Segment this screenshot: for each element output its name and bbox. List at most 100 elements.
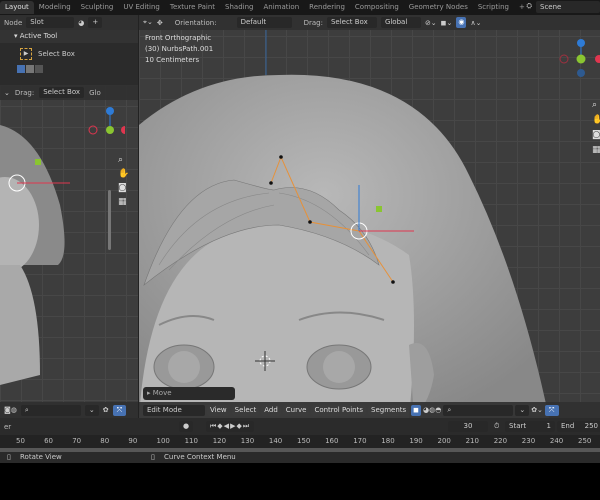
overlay-icon[interactable]: ✿ [103,406,109,414]
grid-view-icon[interactable]: ▦ [592,145,600,155]
mouse-icon: ▯ [151,453,155,461]
view-name: Front Orthographic [145,34,212,42]
menu-add[interactable]: Add [261,404,281,416]
shading-icons[interactable]: ◙◍ [4,406,17,414]
tab-rendering[interactable]: Rendering [304,1,350,14]
grid-view-icon[interactable]: ▦ [118,197,129,207]
search-input[interactable]: ⌕ [443,404,514,416]
mode-extend-icon[interactable] [26,65,34,73]
active-tool-title: Active Tool [19,32,58,40]
timeline-tick: 90 [128,437,138,445]
active-tool-heading[interactable]: ▾ Active Tool [0,30,138,43]
menu-view[interactable]: View [207,404,230,416]
tab-shading[interactable]: Shading [220,1,258,14]
tab-compositing[interactable]: Compositing [350,1,404,14]
solid-shading-icon[interactable]: ◼ [411,404,421,416]
viewport-header: ⌖⌄ ✥ Orientation: Default Drag: Select B… [139,15,600,30]
select-box-icon: ▶ [20,48,32,60]
chevron-down-icon[interactable]: ⌄ [4,89,10,97]
tab-scripting[interactable]: Scripting [473,1,514,14]
orientation-dropdown[interactable]: Glo [89,89,101,97]
menu-segments[interactable]: Segments [368,404,410,416]
navigation-gizmo[interactable] [554,33,600,83]
timeline-tick: 60 [44,437,54,445]
tab-texture-paint[interactable]: Texture Paint [165,1,220,14]
camera-icon[interactable]: ◙ [118,183,129,193]
hand-pan-icon[interactable]: ✋ [118,169,129,179]
menu-control-points[interactable]: Control Points [311,404,367,416]
sculpt-model [139,30,549,418]
timeline-ruler[interactable]: 50 60 70 80 90 100 110 120 130 140 150 160 170 180 190… [0,435,600,448]
left-viewport[interactable]: ⌄ Drag: Select Box Glo ⌕ ✋ ◙ ▦ ◙◍ ⌕ ⌄ ✿ … [0,85,138,418]
last-operator-panel[interactable]: ▸ Move [143,387,235,400]
tab-animation[interactable]: Animation [258,1,304,14]
main-viewport[interactable]: ⌖⌄ ✥ Orientation: Default Drag: Select B… [138,15,600,418]
timeline-tick: 110 [184,437,198,445]
hand-pan-icon[interactable]: ✋ [592,115,600,125]
tab-modeling[interactable]: Modeling [34,1,76,14]
proportional-icon[interactable]: ◼⌄ [441,19,453,27]
scene-icon[interactable]: ⛭ [526,2,532,11]
pivot-dropdown[interactable]: Global [380,17,421,28]
zoom-icon[interactable]: ⌕ [118,155,129,165]
end-frame-field[interactable]: End 250 [557,421,600,432]
left-search-input[interactable]: ⌕ [20,404,81,416]
tab-layout[interactable]: Layout [0,1,34,14]
slot-dropdown[interactable]: Slot [26,17,75,28]
start-frame-field[interactable]: Start 1 [505,421,555,432]
record-button[interactable]: ● [179,421,194,432]
timeline-tick: 150 [297,437,311,445]
mode-dropdown[interactable]: Edit Mode [143,404,205,416]
status-context-menu: Curve Context Menu [164,453,236,461]
status-bar: ▯ Rotate View ▯ Curve Context Menu [0,452,600,463]
camera-icon[interactable]: ◙ [592,130,600,140]
menu-curve[interactable]: Curve [282,404,310,416]
node-menu[interactable]: Node [4,19,22,27]
add-slot-button[interactable]: + [88,17,103,28]
move-icon[interactable]: ✥ [157,19,163,27]
stopwatch-icon[interactable]: ⏱ [494,422,499,431]
left-nav-gizmo[interactable] [85,105,125,145]
orientation-dropdown[interactable]: Default [236,17,292,28]
timeline-label: er [4,422,12,431]
drag-label: Drag: [14,88,35,97]
left-editor-header: Node Slot ◕ + [0,15,138,30]
mode-subtract-icon[interactable] [35,65,43,73]
scrollbar[interactable] [108,190,111,250]
timeline-tick: 80 [100,437,110,445]
snap-icon[interactable]: ⊘⌄ [425,19,437,27]
timeline-tick: 130 [240,437,255,445]
material-icon[interactable]: ◕ [78,19,84,27]
playback-controls[interactable]: ⏮◆◀▶◆⏭ [206,421,255,432]
menu-select[interactable]: Select [231,404,260,416]
falloff-icon[interactable]: ∧⌄ [470,19,481,27]
tab-sculpting[interactable]: Sculpting [76,1,119,14]
gizmo-toggle-icon[interactable]: ⤧ [112,404,127,416]
scene-selector[interactable]: Scene [536,1,600,13]
proportional-edit-icon[interactable]: ◉ [456,17,467,28]
timeline-tick: 210 [465,437,479,445]
orientation-label: Orientation: [174,18,217,27]
tab-uv-editing[interactable]: UV Editing [118,1,165,14]
active-tool-name: Select Box [38,50,75,58]
filter-dropdown[interactable]: ⌄ [84,404,99,416]
tab-geometry-nodes[interactable]: Geometry Nodes [404,1,473,14]
mode-new-icon[interactable] [17,65,25,73]
current-frame-field[interactable]: 30 [448,421,488,432]
timeline-tick: 160 [325,437,339,445]
timeline-tick: 200 [437,437,451,445]
gizmo-toggle-icon[interactable]: ⤧ [544,404,559,416]
filter-dropdown[interactable]: ⌄ [515,404,530,416]
drag-dropdown[interactable]: Select Box [39,87,85,98]
end-label: End [561,422,575,430]
viewport-bottom-header: Edit Mode View Select Add Curve Control … [139,402,600,418]
overlay-icon[interactable]: ✿⌄ [531,406,543,414]
active-tool-panel: ▾ Active Tool ▶ Select Box [0,30,138,85]
object-name: (30) NurbsPath.001 [145,45,214,53]
shading-icons[interactable]: ◕◍◓ [423,406,441,414]
drag-dropdown[interactable]: Select Box [326,17,377,28]
operator-name: Move [152,389,172,397]
transform-icon[interactable]: ⌖⌄ [143,18,153,27]
zoom-icon[interactable]: ⌕ [592,100,600,110]
end-value: 250 [584,422,598,430]
